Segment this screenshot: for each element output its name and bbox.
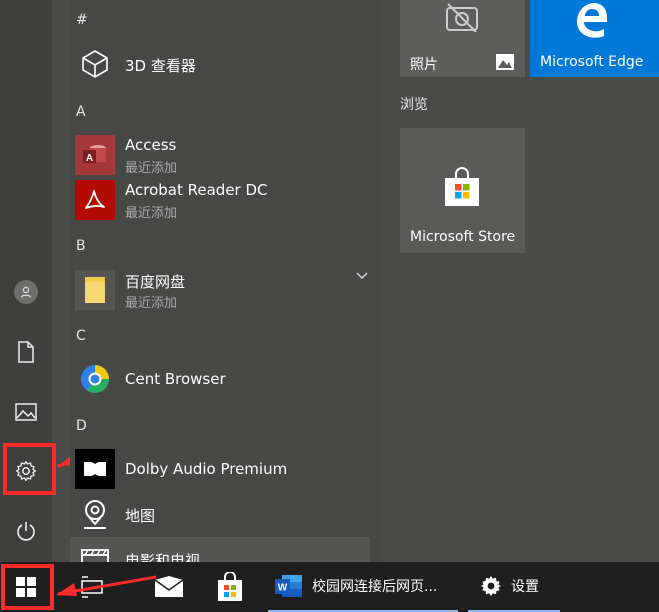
window-title: 校园网连接后网页... — [312, 579, 438, 595]
app-name: 3D 查看器 — [125, 57, 196, 75]
taskbar-store[interactable] — [206, 562, 254, 612]
cent-browser-icon — [75, 359, 115, 399]
tile-label: Microsoft Edge — [540, 54, 644, 70]
edge-icon — [577, 3, 607, 38]
cube-icon — [75, 44, 115, 84]
dolby-icon — [75, 449, 115, 489]
section-letter-d[interactable]: D — [76, 418, 87, 434]
start-highlight-box — [1, 564, 54, 610]
app-item-baidu-netdisk[interactable]: 百度网盘 最近添加 — [70, 268, 370, 312]
gear-icon — [481, 576, 501, 596]
picture-icon — [15, 403, 37, 421]
access-icon: A — [75, 135, 115, 175]
app-subtitle: 最近添加 — [125, 161, 178, 176]
taskbar-word-window[interactable]: W 校园网连接后网页... — [268, 562, 458, 612]
app-item-acrobat-reader[interactable]: Acrobat Reader DC 最近添加 — [70, 178, 370, 222]
section-letter-b[interactable]: B — [76, 238, 86, 254]
app-name: Cent Browser — [125, 370, 226, 388]
app-name: Dolby Audio Premium — [125, 460, 288, 478]
app-item-3d-viewer[interactable]: 3D 查看器 — [70, 42, 370, 86]
chevron-down-icon[interactable] — [356, 272, 368, 280]
map-pin-icon — [75, 494, 115, 534]
arrow-annotation-icon — [56, 575, 157, 596]
svg-text:A: A — [86, 153, 93, 164]
power-button[interactable] — [0, 505, 52, 557]
folder-icon — [75, 270, 115, 310]
tile-label: 照片 — [410, 57, 438, 73]
tile-group-header[interactable]: 浏览 — [400, 94, 428, 114]
app-name: 地图 — [125, 507, 156, 525]
mail-icon — [154, 576, 184, 597]
section-letter-hash[interactable]: # — [76, 12, 88, 28]
photos-icon — [446, 3, 478, 32]
tile-microsoft-store[interactable]: Microsoft Store — [400, 128, 525, 253]
picture-icon — [496, 54, 514, 70]
settings-highlight-box — [3, 443, 56, 495]
section-letter-a[interactable]: A — [76, 104, 86, 120]
app-item-cent-browser[interactable]: Cent Browser — [70, 357, 370, 401]
app-item-maps[interactable]: 地图 — [70, 492, 370, 536]
window-title: 设置 — [511, 579, 539, 595]
app-item-dolby-audio[interactable]: Dolby Audio Premium — [70, 447, 370, 491]
app-subtitle: 最近添加 — [125, 296, 178, 311]
app-name: Acrobat Reader DC — [125, 181, 268, 199]
user-icon — [14, 280, 38, 304]
store-icon — [445, 167, 479, 206]
tile-photos[interactable]: 照片 — [400, 0, 525, 77]
app-name: Access — [125, 136, 177, 154]
app-item-access[interactable]: A Access 最近添加 — [70, 133, 370, 177]
acrobat-icon — [75, 180, 115, 220]
taskbar-settings-window[interactable]: 设置 — [468, 562, 560, 612]
section-letter-c[interactable]: C — [76, 328, 86, 344]
tile-label: Microsoft Store — [410, 229, 516, 245]
app-name: 百度网盘 — [125, 273, 186, 291]
document-icon — [18, 341, 34, 363]
user-account-button[interactable] — [0, 266, 52, 318]
app-subtitle: 最近添加 — [125, 206, 178, 221]
store-icon — [218, 572, 242, 601]
svg-text:W: W — [278, 583, 288, 594]
word-icon: W — [275, 575, 302, 597]
documents-button[interactable] — [0, 326, 52, 378]
pictures-button[interactable] — [0, 386, 52, 438]
power-icon — [17, 522, 35, 541]
tile-microsoft-edge[interactable]: Microsoft Edge — [530, 0, 659, 77]
